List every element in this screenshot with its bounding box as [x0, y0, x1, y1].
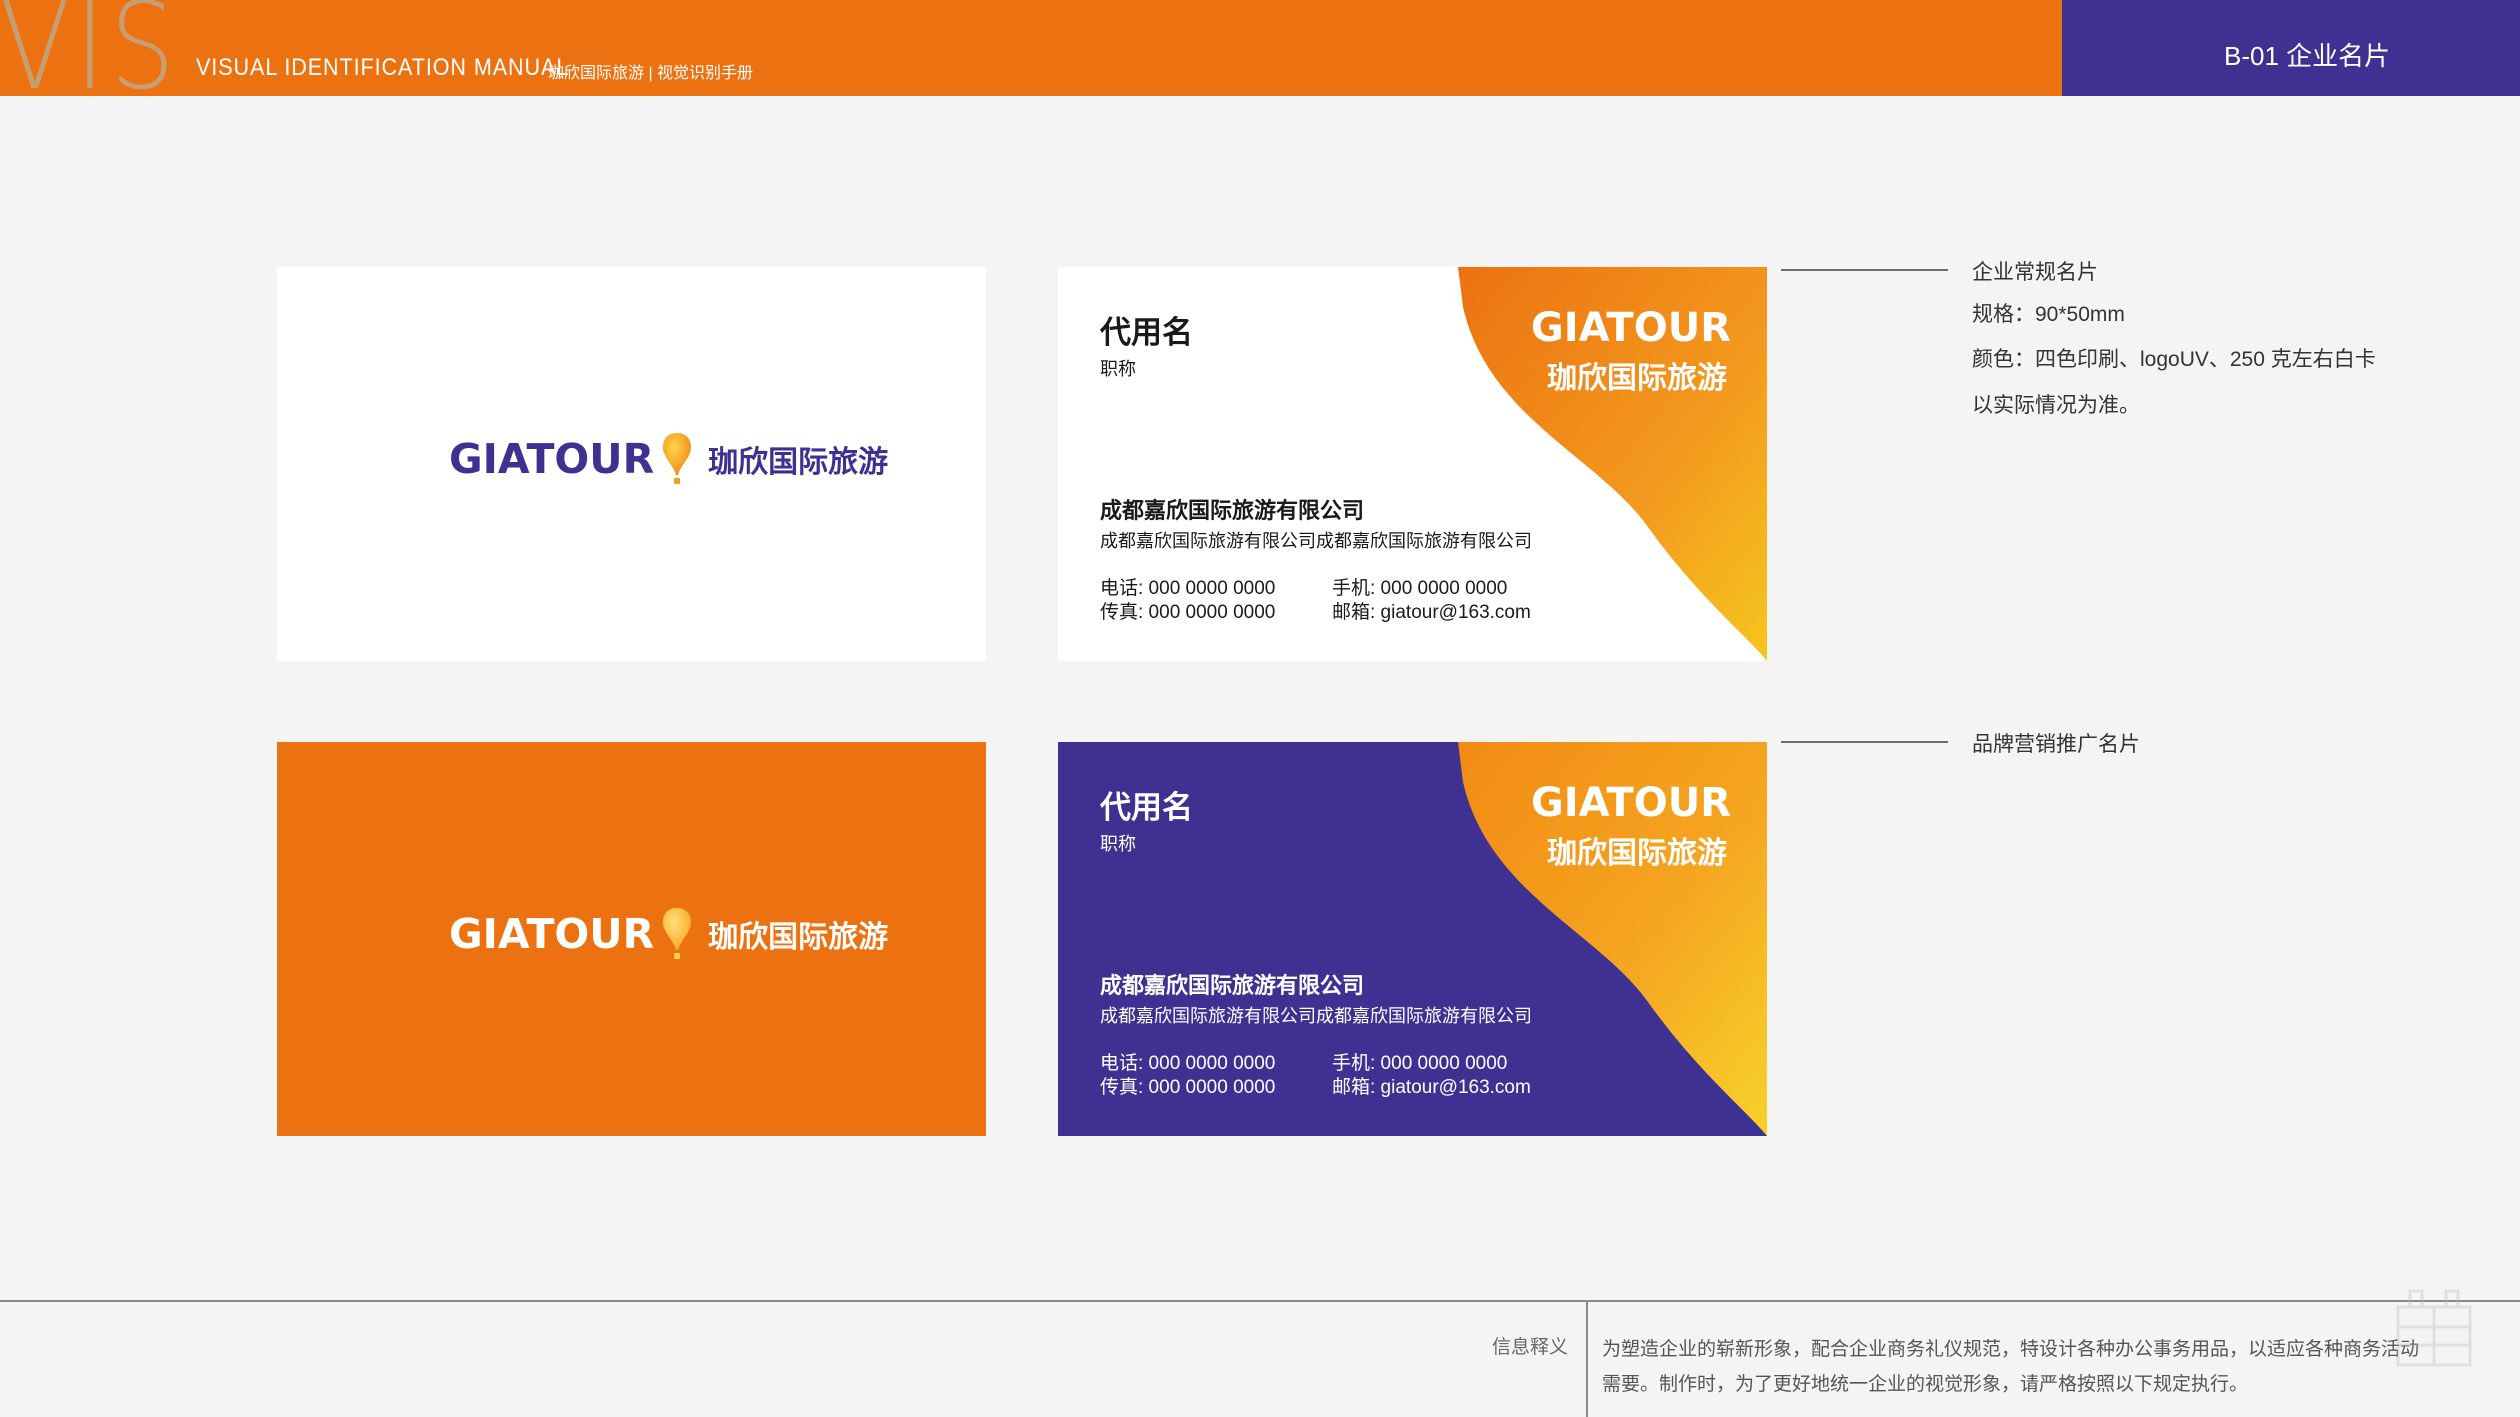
card-phone: 电话: 000 0000 0000	[1100, 1053, 1276, 1074]
logo-chinese-name: 珈欣国际旅游	[708, 445, 889, 480]
card-fax: 传真: 000 0000 0000	[1100, 1077, 1276, 1098]
card-name: 代用名	[1100, 790, 1193, 825]
footer-label: 信息释义	[1492, 1337, 1569, 1358]
note-standard-title: 企业常规名片	[1972, 261, 2098, 284]
header-bar: VIS VISUAL IDENTIFICATION MANUAL 珈欣国际旅游 …	[0, 0, 2520, 96]
card-address: 成都嘉欣国际旅游有限公司成都嘉欣国际旅游有限公司	[1100, 531, 1532, 551]
card-address: 成都嘉欣国际旅游有限公司成都嘉欣国际旅游有限公司	[1100, 1006, 1532, 1026]
hot-air-balloon-icon	[663, 433, 692, 484]
business-card-promo: GIATOUR 珈欣国际旅游 代用名 职称 成都嘉欣国际旅游有限公司 成都嘉欣国…	[1058, 742, 1767, 1136]
card-email: 邮箱: giatour@163.com	[1332, 1077, 1531, 1098]
card-job-title: 职称	[1100, 359, 1136, 379]
note-standard-color: 颜色：四色印刷、logoUV、250 克左右白卡	[1972, 348, 2376, 371]
section-label: B-01 企业名片	[2224, 41, 2391, 71]
leader-line-standard	[1781, 269, 1948, 271]
note-standard-disclaimer: 以实际情况为准。	[1972, 394, 2140, 417]
manual-subtitle: 珈欣国际旅游 | 视觉识别手册	[548, 65, 754, 82]
card-mobile: 手机: 000 0000 0000	[1332, 1053, 1508, 1074]
logo-wordmark: GIATOUR	[449, 435, 655, 483]
card-phone: 电话: 000 0000 0000	[1100, 578, 1276, 599]
card-logo-chinese: 珈欣国际旅游	[1547, 836, 1727, 871]
card-logo-chinese: 珈欣国际旅游	[1547, 361, 1727, 396]
footer-rule	[0, 1300, 2520, 1302]
card-logo-wordmark: GIATOUR	[1530, 305, 1731, 351]
footer-description: 为塑造企业的崭新形象，配合企业商务礼仪规范，特设计各种办公事务用品，以适应各种商…	[1602, 1339, 2420, 1395]
card-job-title: 职称	[1100, 834, 1136, 854]
card-name: 代用名	[1100, 315, 1193, 350]
brand-logo: GIATOUR 珈欣国际旅游	[449, 431, 888, 487]
building-watermark-icon	[2396, 1289, 2472, 1367]
business-card-standard: GIATOUR 珈欣国际旅游 代用名 职称 成都嘉欣国际旅游有限公司 成都嘉欣国…	[1058, 267, 1767, 661]
section-tab: B-01 企业名片	[2062, 0, 2520, 96]
card-logo-wordmark: GIATOUR	[1530, 780, 1731, 826]
logo-wordmark: GIATOUR	[449, 910, 655, 958]
card-back-white: GIATOUR 珈欣国际旅游	[277, 267, 986, 661]
card-fax: 传真: 000 0000 0000	[1100, 602, 1276, 623]
note-standard-spec: 规格：90*50mm	[1972, 303, 2125, 326]
leader-line-promo	[1781, 741, 1948, 743]
logo-chinese-name: 珈欣国际旅游	[708, 920, 889, 955]
card-company: 成都嘉欣国际旅游有限公司	[1100, 973, 1365, 998]
note-promo-title: 品牌营销推广名片	[1972, 733, 2140, 756]
manual-title: VISUAL IDENTIFICATION MANUAL	[196, 54, 570, 81]
footer-divider	[1586, 1302, 1588, 1417]
card-company: 成都嘉欣国际旅游有限公司	[1100, 498, 1365, 523]
vis-watermark-letters: VIS	[0, 0, 180, 96]
card-back-orange: GIATOUR 珈欣国际旅游	[277, 742, 986, 1136]
hot-air-balloon-icon	[663, 908, 692, 959]
card-email: 邮箱: giatour@163.com	[1332, 602, 1531, 623]
brand-logo-reversed: GIATOUR 珈欣国际旅游	[449, 906, 888, 962]
card-mobile: 手机: 000 0000 0000	[1332, 578, 1508, 599]
